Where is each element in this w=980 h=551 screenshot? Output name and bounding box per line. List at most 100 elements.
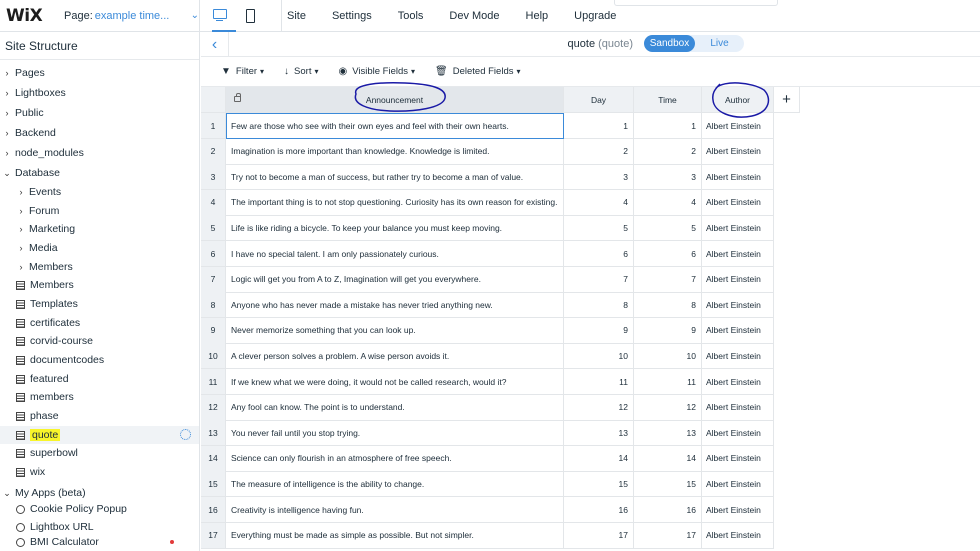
table-row[interactable]: 13 You never fail until you stop trying. 1… xyxy=(201,420,774,447)
column-header-time[interactable]: Time xyxy=(634,87,702,113)
announcement-cell[interactable]: I have no special talent. I am only pass… xyxy=(226,241,564,267)
day-cell[interactable]: 13 xyxy=(564,420,634,447)
tree-item-cookie-policy-popup[interactable]: Cookie Policy Popup xyxy=(0,500,199,518)
author-cell[interactable]: Albert Einstein xyxy=(702,164,774,191)
announcement-cell[interactable]: Try not to become a man of success, but … xyxy=(226,164,564,191)
table-row[interactable]: 3 Try not to become a man of success, but… xyxy=(201,164,774,191)
author-cell[interactable]: Albert Einstein xyxy=(702,471,774,498)
author-cell[interactable]: Albert Einstein xyxy=(702,189,774,216)
day-cell[interactable]: 4 xyxy=(564,189,634,216)
author-cell[interactable]: Albert Einstein xyxy=(702,266,774,293)
announcement-cell[interactable]: Never memorize something that you can lo… xyxy=(226,317,564,344)
table-row[interactable]: 1 Few are those who see with their own ey… xyxy=(201,113,774,139)
chevron-down-icon[interactable]: ⌄ xyxy=(2,488,12,499)
author-cell[interactable]: Albert Einstein xyxy=(702,394,774,421)
chevron-right-icon[interactable]: › xyxy=(2,88,12,98)
tree-item-wix[interactable]: wix xyxy=(0,463,199,481)
chevron-down-icon[interactable]: ⌄ xyxy=(2,168,12,179)
announcement-cell[interactable]: Science can only flourish in an atmosphe… xyxy=(226,445,564,472)
sandbox-live-toggle[interactable]: Sandbox Live xyxy=(644,35,744,52)
menu-tools[interactable]: Tools xyxy=(398,10,424,22)
time-cell[interactable]: 5 xyxy=(634,215,702,242)
tree-item-corvid-course[interactable]: corvid-course xyxy=(0,332,199,350)
time-cell[interactable]: 10 xyxy=(634,343,702,370)
wix-logo[interactable]: WiX xyxy=(0,6,48,26)
day-cell[interactable]: 8 xyxy=(564,292,634,319)
day-cell[interactable]: 9 xyxy=(564,317,634,344)
table-row[interactable]: 15 The measure of intelligence is the abi… xyxy=(201,471,774,498)
chevron-right-icon[interactable]: › xyxy=(16,187,26,197)
table-row[interactable]: 17 Everything must be made as simple as p… xyxy=(201,522,774,549)
announcement-cell[interactable]: Imagination is more important than knowl… xyxy=(226,138,564,165)
table-row[interactable]: 11 If we knew what we were doing, it woul… xyxy=(201,369,774,395)
author-cell[interactable]: Albert Einstein xyxy=(702,497,774,523)
chevron-right-icon[interactable]: › xyxy=(16,206,26,216)
day-cell[interactable]: 16 xyxy=(564,497,634,523)
announcement-cell[interactable]: The important thing is to not stop quest… xyxy=(226,189,564,216)
time-cell[interactable]: 1 xyxy=(634,113,702,139)
menu-site[interactable]: Site xyxy=(287,10,306,22)
author-cell[interactable]: Albert Einstein xyxy=(702,369,774,395)
menu-dev-mode[interactable]: Dev Mode xyxy=(449,10,499,22)
tree-item-node-modules[interactable]: › node_modules xyxy=(0,144,199,162)
day-cell[interactable]: 5 xyxy=(564,215,634,242)
column-header-announcement[interactable]: Announcement xyxy=(226,87,564,113)
time-cell[interactable]: 3 xyxy=(634,164,702,191)
time-cell[interactable]: 8 xyxy=(634,292,702,319)
author-cell[interactable]: Albert Einstein xyxy=(702,113,774,139)
tree-item-quote[interactable]: quote xyxy=(0,426,199,444)
author-cell[interactable]: Albert Einstein xyxy=(702,445,774,472)
announcement-cell[interactable]: Creativity is intelligence having fun. xyxy=(226,497,564,523)
table-row[interactable]: 14 Science can only flourish in an atmosp… xyxy=(201,445,774,472)
time-cell[interactable]: 2 xyxy=(634,138,702,165)
author-cell[interactable]: Albert Einstein xyxy=(702,138,774,165)
tree-item-backend[interactable]: › Backend xyxy=(0,124,199,142)
time-cell[interactable]: 15 xyxy=(634,471,702,498)
menu-upgrade[interactable]: Upgrade xyxy=(574,10,616,22)
tree-item-media[interactable]: › Media xyxy=(0,239,199,257)
announcement-cell[interactable]: A clever person solves a problem. A wise… xyxy=(226,343,564,370)
mobile-icon[interactable] xyxy=(242,7,260,25)
time-cell[interactable]: 13 xyxy=(634,420,702,447)
tree-item-members[interactable]: › Members xyxy=(0,258,199,276)
tree-item-bmi-calculator[interactable]: BMI Calculator xyxy=(0,533,199,551)
time-cell[interactable]: 9 xyxy=(634,317,702,344)
table-row[interactable]: 5 Life is like riding a bicycle. To keep … xyxy=(201,215,774,242)
back-button[interactable]: ‹ xyxy=(201,32,229,57)
visible-fields-button[interactable]: ◉ Visible Fields ▾ xyxy=(339,66,416,77)
table-row[interactable]: 12 Any fool can know. The point is to und… xyxy=(201,394,774,421)
tree-item-database[interactable]: ⌄ Database xyxy=(0,164,199,182)
chevron-right-icon[interactable]: › xyxy=(16,224,26,234)
chevron-right-icon[interactable]: › xyxy=(16,243,26,253)
table-row[interactable]: 8 Anyone who has never made a mistake has… xyxy=(201,292,774,319)
day-cell[interactable]: 10 xyxy=(564,343,634,370)
time-cell[interactable]: 7 xyxy=(634,266,702,293)
tree-item-public[interactable]: › Public xyxy=(0,104,199,122)
gear-icon[interactable] xyxy=(180,429,191,440)
announcement-cell[interactable]: Anyone who has never made a mistake has … xyxy=(226,292,564,319)
table-row[interactable]: 16 Creativity is intelligence having fun.… xyxy=(201,497,774,523)
author-cell[interactable]: Albert Einstein xyxy=(702,215,774,242)
author-cell[interactable]: Albert Einstein xyxy=(702,343,774,370)
table-row[interactable]: 7 Logic will get you from A to Z, Imagina… xyxy=(201,266,774,293)
tree-item-templates[interactable]: Templates xyxy=(0,295,199,313)
time-cell[interactable]: 12 xyxy=(634,394,702,421)
menu-settings[interactable]: Settings xyxy=(332,10,372,22)
menu-help[interactable]: Help xyxy=(526,10,549,22)
time-cell[interactable]: 17 xyxy=(634,522,702,549)
time-cell[interactable]: 16 xyxy=(634,497,702,523)
table-row[interactable]: 4 The important thing is to not stop ques… xyxy=(201,189,774,216)
time-cell[interactable]: 14 xyxy=(634,445,702,472)
announcement-cell[interactable]: Logic will get you from A to Z, Imaginat… xyxy=(226,266,564,293)
table-row[interactable]: 2 Imagination is more important than know… xyxy=(201,138,774,165)
sandbox-option[interactable]: Sandbox xyxy=(644,35,695,52)
column-header-author[interactable]: Author xyxy=(702,87,774,113)
time-cell[interactable]: 11 xyxy=(634,369,702,395)
announcement-cell[interactable]: Few are those who see with their own eye… xyxy=(226,113,564,139)
table-row[interactable]: 9 Never memorize something that you can l… xyxy=(201,317,774,344)
tree-item-featured[interactable]: featured xyxy=(0,370,199,388)
tree-item-documentcodes[interactable]: documentcodes xyxy=(0,351,199,369)
day-cell[interactable]: 17 xyxy=(564,522,634,549)
tree-item-lightboxes[interactable]: › Lightboxes xyxy=(0,84,199,102)
chevron-right-icon[interactable]: › xyxy=(2,148,12,158)
